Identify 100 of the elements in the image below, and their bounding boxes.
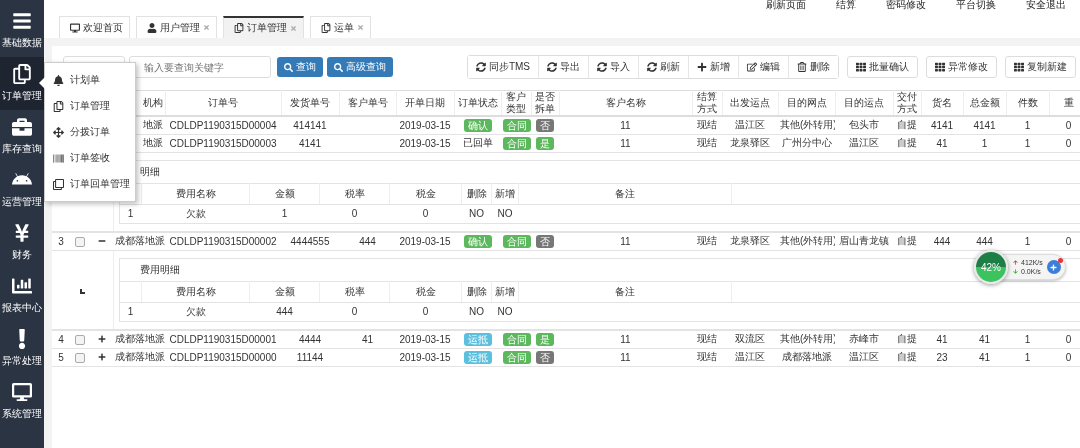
table-cell: 地派 bbox=[143, 119, 163, 131]
table-cell: 1 bbox=[981, 137, 988, 149]
column-header: 重 bbox=[1063, 97, 1074, 108]
column-header: 新增 bbox=[495, 187, 515, 199]
sidebar-item[interactable]: 库存查询 bbox=[0, 110, 44, 163]
column-header: 客户单号 bbox=[347, 97, 388, 108]
table-cell: 444 bbox=[359, 235, 376, 247]
close-icon[interactable] bbox=[203, 22, 210, 33]
column-header: 税金 bbox=[415, 187, 436, 199]
table-cell: 现结 bbox=[697, 351, 717, 362]
toolbar-button[interactable]: 复制新建 bbox=[1005, 56, 1076, 78]
detail-title: 明细 bbox=[139, 164, 160, 179]
table-cell: 4141 bbox=[973, 119, 996, 131]
toolbar-button[interactable]: 删除 bbox=[788, 56, 838, 78]
table-cell: 温江区 bbox=[735, 351, 765, 362]
column-header: 税金 bbox=[415, 285, 436, 297]
table-cell: 41 bbox=[978, 333, 991, 345]
sidebar-item[interactable]: 订单管理 bbox=[0, 57, 44, 110]
header-link[interactable]: 平台切换 bbox=[956, 0, 996, 12]
submenu-item[interactable]: 分拨订单 bbox=[45, 119, 135, 145]
toolbar-button[interactable]: 异常修改 bbox=[926, 56, 997, 78]
plus-icon[interactable] bbox=[97, 334, 106, 343]
header-link[interactable]: 安全退出 bbox=[1026, 0, 1066, 12]
table-cell: 成都落地派 bbox=[115, 235, 165, 247]
table-cell: 2019-03-15 bbox=[399, 119, 451, 131]
table-cell: 1 bbox=[1024, 333, 1031, 345]
type-badge: 合同 bbox=[503, 234, 531, 248]
row-number: 5 bbox=[58, 351, 64, 363]
column-header: 备注 bbox=[615, 285, 635, 297]
grid-icon bbox=[935, 62, 945, 72]
table-cell: 温江区 bbox=[735, 119, 765, 131]
column-header: 客户类型 bbox=[506, 91, 526, 114]
table-cell: 2019-03-15 bbox=[399, 333, 451, 345]
sidebar-item[interactable]: 报表中心 bbox=[0, 269, 44, 322]
submenu-item[interactable]: 订单管理 bbox=[45, 93, 135, 119]
table-cell: 现结 bbox=[697, 119, 717, 131]
search-button[interactable]: 高级查询 bbox=[327, 57, 393, 77]
move-icon bbox=[53, 126, 64, 138]
column-header: 出发运点 bbox=[730, 97, 770, 108]
table-cell: NO bbox=[469, 208, 484, 220]
table-cell: 2019-03-15 bbox=[399, 351, 451, 363]
sidebar-item[interactable]: 基础数据 bbox=[0, 4, 44, 57]
table-cell: 1 bbox=[1024, 235, 1031, 247]
table-cell: CDLDP1190315D00000 bbox=[169, 351, 277, 363]
arrow-down-icon bbox=[1013, 269, 1018, 274]
status-badge: 运抵 bbox=[463, 350, 492, 364]
bar-chart-icon bbox=[12, 276, 32, 296]
column-header: 机构 bbox=[142, 97, 163, 108]
table-cell: 眉山青龙镇 bbox=[839, 235, 889, 247]
header-link[interactable]: 刷新页面 bbox=[766, 0, 806, 12]
tab[interactable]: 欢迎首页 bbox=[59, 16, 130, 38]
table-cell: 23 bbox=[936, 351, 948, 363]
table-cell: 现结 bbox=[697, 235, 717, 247]
column-header: 税率 bbox=[344, 285, 365, 297]
table-cell: 11 bbox=[620, 119, 631, 131]
copy-icon bbox=[234, 23, 244, 33]
table-cell: 0 bbox=[1065, 333, 1072, 345]
copy-icon bbox=[12, 64, 32, 84]
search-button[interactable]: 查询 bbox=[277, 57, 323, 77]
toolbar-button[interactable]: 批量确认 bbox=[847, 56, 918, 78]
sidebar-item[interactable]: 异常处理 bbox=[0, 322, 44, 375]
tab[interactable]: 运单 bbox=[310, 16, 371, 38]
search-icon bbox=[284, 62, 293, 72]
tab[interactable]: 用户管理 bbox=[136, 16, 217, 38]
row-number: 3 bbox=[58, 235, 64, 247]
table-cell: 1 bbox=[1024, 119, 1031, 131]
search-field[interactable]: 输入要查询关键字 bbox=[129, 56, 271, 78]
plus-button[interactable] bbox=[1046, 260, 1061, 274]
type-badge: 合同 bbox=[503, 332, 531, 346]
close-icon[interactable] bbox=[357, 22, 364, 33]
status-badge: 运抵 bbox=[463, 332, 492, 346]
plus-icon[interactable] bbox=[97, 352, 106, 361]
header-link[interactable]: 密码修改 bbox=[886, 0, 926, 12]
table-cell: 0 bbox=[1065, 137, 1072, 149]
checkbox[interactable] bbox=[75, 236, 85, 247]
tab[interactable]: 订单管理 bbox=[223, 16, 304, 38]
submenu-item[interactable]: 订单回单管理 bbox=[45, 171, 135, 197]
checkbox[interactable] bbox=[75, 334, 85, 345]
table-cell: 成都落地派 bbox=[781, 351, 832, 362]
column-header: 订单号 bbox=[208, 97, 238, 108]
table-cell: 444 bbox=[976, 235, 993, 247]
submenu-item[interactable]: 订单签收 bbox=[45, 145, 135, 171]
sidebar-item[interactable]: 系统管理 bbox=[0, 375, 44, 428]
table-cell: 自提 bbox=[897, 333, 917, 345]
checkbox[interactable] bbox=[75, 352, 85, 363]
sidebar-item[interactable]: 财务 bbox=[0, 216, 44, 269]
sidebar-item[interactable]: 运营管理 bbox=[0, 163, 44, 216]
split-badge: 否 bbox=[536, 350, 554, 364]
table-cell: 11 bbox=[620, 235, 631, 247]
table-cell: 444 bbox=[276, 306, 293, 318]
refresh-icon bbox=[547, 62, 557, 72]
table-cell: 2019-03-15 bbox=[399, 235, 451, 247]
table-cell: 0 bbox=[422, 306, 429, 318]
table-cell: 4141 bbox=[298, 137, 322, 149]
status-badge: 确认 bbox=[463, 118, 492, 132]
bell-icon bbox=[53, 74, 64, 86]
table-cell: 欠款 bbox=[185, 207, 206, 219]
yen-icon bbox=[12, 223, 32, 243]
column-header: 删除 bbox=[466, 285, 487, 297]
header-link[interactable]: 结算 bbox=[836, 0, 856, 12]
